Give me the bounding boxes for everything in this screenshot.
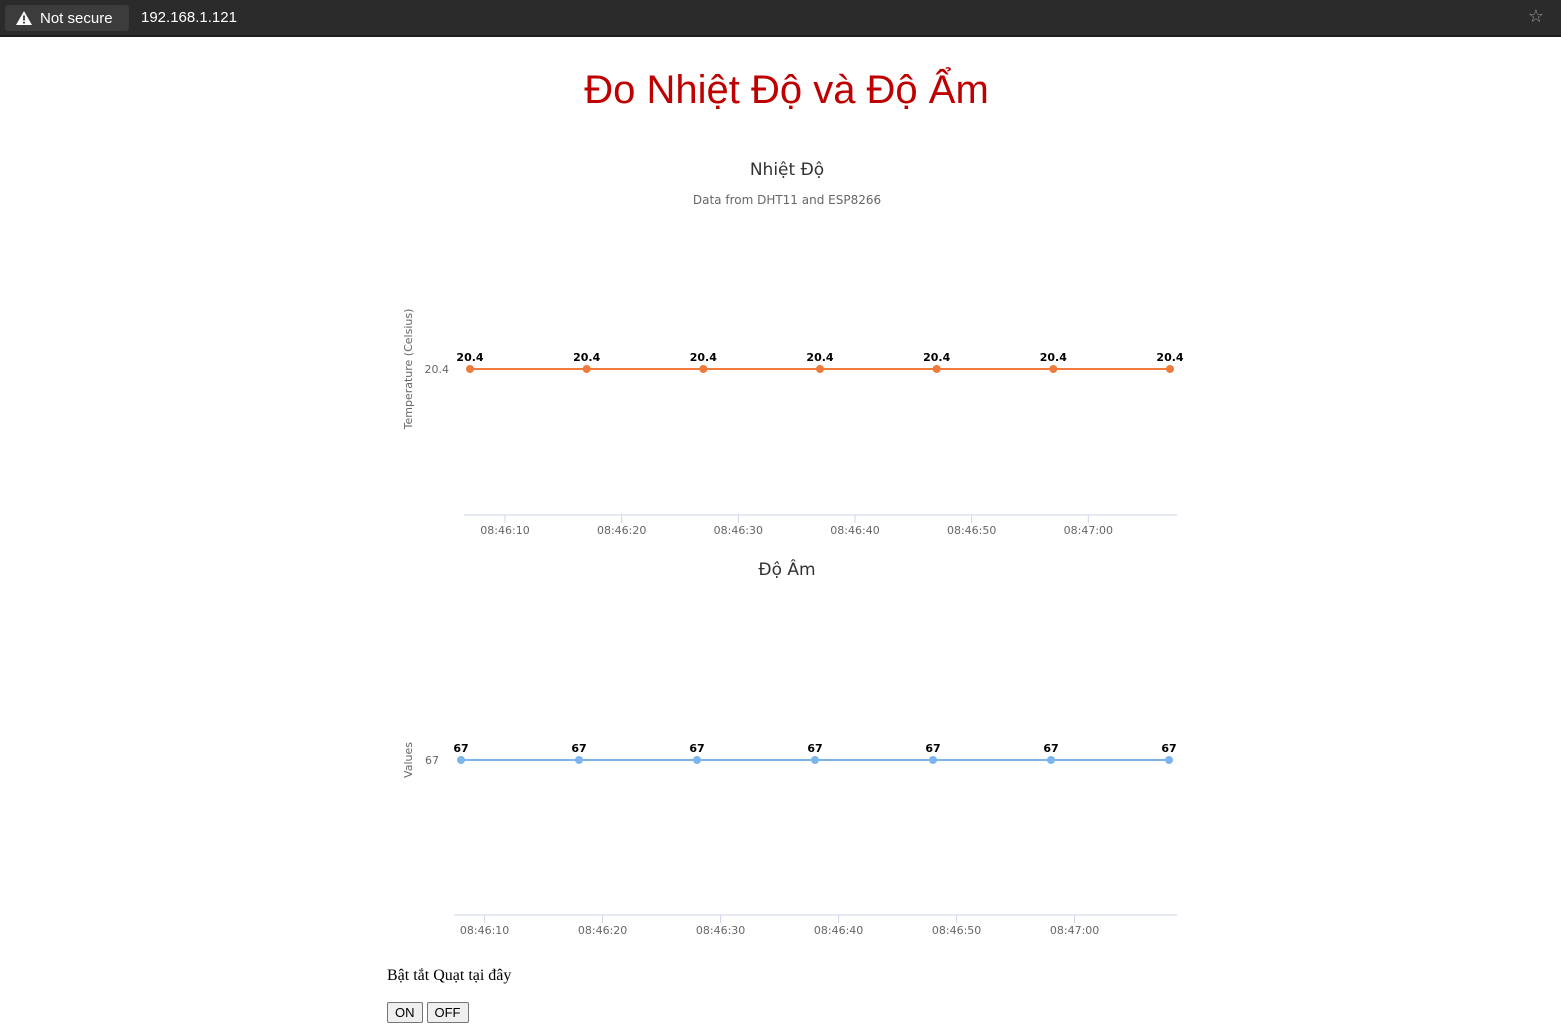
browser-address-bar: Not secure 192.168.1.121 ☆ xyxy=(0,0,1561,37)
x-tick-label: 08:46:20 xyxy=(597,524,646,537)
y-tick-label: 67 xyxy=(425,754,439,767)
data-point[interactable] xyxy=(929,756,937,764)
data-label: 67 xyxy=(807,742,822,755)
data-point[interactable] xyxy=(811,756,819,764)
data-label: 20.4 xyxy=(456,351,483,364)
data-point[interactable] xyxy=(699,365,708,373)
data-label: 20.4 xyxy=(1040,351,1067,364)
data-point[interactable] xyxy=(1047,756,1055,764)
y-tick-label: 20.4 xyxy=(425,363,450,376)
data-point[interactable] xyxy=(457,756,465,764)
data-point[interactable] xyxy=(932,365,941,373)
y-axis-title: Values xyxy=(402,742,415,778)
data-point[interactable] xyxy=(1166,365,1174,373)
x-tick-label: 08:46:40 xyxy=(830,524,879,537)
data-label: 67 xyxy=(1161,742,1176,755)
x-tick-label: 08:46:40 xyxy=(814,924,863,937)
x-tick-label: 08:46:10 xyxy=(480,524,529,537)
fan-off-button[interactable]: OFF xyxy=(426,1002,469,1023)
chart-title: Nhiệt Độ xyxy=(750,160,824,180)
data-label: 20.4 xyxy=(1156,351,1183,364)
data-point[interactable] xyxy=(816,365,824,373)
warning-triangle-icon xyxy=(16,11,32,25)
fan-control-buttons: ON OFF xyxy=(387,1002,469,1023)
data-label: 67 xyxy=(571,742,586,755)
data-label: 20.4 xyxy=(806,351,833,364)
data-point[interactable] xyxy=(575,756,583,764)
x-tick-label: 08:46:50 xyxy=(932,924,981,937)
humidity-chart: Độ Âm Values 67 08:46:10 08:46:20 08:46:30 0… xyxy=(402,558,1177,937)
url-field[interactable]: 192.168.1.121 xyxy=(141,9,237,26)
data-label: 67 xyxy=(1043,742,1058,755)
x-tick-label: 08:47:00 xyxy=(1064,524,1113,537)
data-point[interactable] xyxy=(1165,756,1173,764)
data-label: 67 xyxy=(689,742,704,755)
data-label: 20.4 xyxy=(690,351,717,364)
fan-on-button[interactable]: ON xyxy=(387,1002,423,1023)
chart-subtitle: Data from DHT11 and ESP8266 xyxy=(693,193,881,207)
data-label: 67 xyxy=(453,742,468,755)
x-tick-label: 08:47:00 xyxy=(1050,924,1099,937)
x-tick-label: 08:46:30 xyxy=(696,924,745,937)
x-tick-label: 08:46:10 xyxy=(460,924,509,937)
y-axis-title: Temperature (Celsius) xyxy=(402,309,415,431)
data-point[interactable] xyxy=(466,365,474,373)
security-label: Not secure xyxy=(40,9,113,27)
chart-title: Độ Âm xyxy=(758,558,815,580)
security-indicator[interactable]: Not secure xyxy=(5,5,129,31)
x-tick-label: 08:46:50 xyxy=(947,524,996,537)
fan-control-label: Bật tắt Quạt tại đây xyxy=(387,967,512,984)
temperature-chart: Nhiệt Độ Data from DHT11 and ESP8266 Tem… xyxy=(402,160,1184,537)
data-point[interactable] xyxy=(693,756,701,764)
page-title: Đo Nhiệt Độ và Độ Ẩm xyxy=(584,68,989,112)
x-tick-label: 08:46:20 xyxy=(578,924,627,937)
data-label: 67 xyxy=(925,742,940,755)
data-label: 20.4 xyxy=(923,351,950,364)
data-point[interactable] xyxy=(582,365,591,373)
star-icon[interactable]: ☆ xyxy=(1528,7,1544,27)
x-tick-label: 08:46:30 xyxy=(714,524,763,537)
data-label: 20.4 xyxy=(573,351,600,364)
data-point[interactable] xyxy=(1049,365,1058,373)
